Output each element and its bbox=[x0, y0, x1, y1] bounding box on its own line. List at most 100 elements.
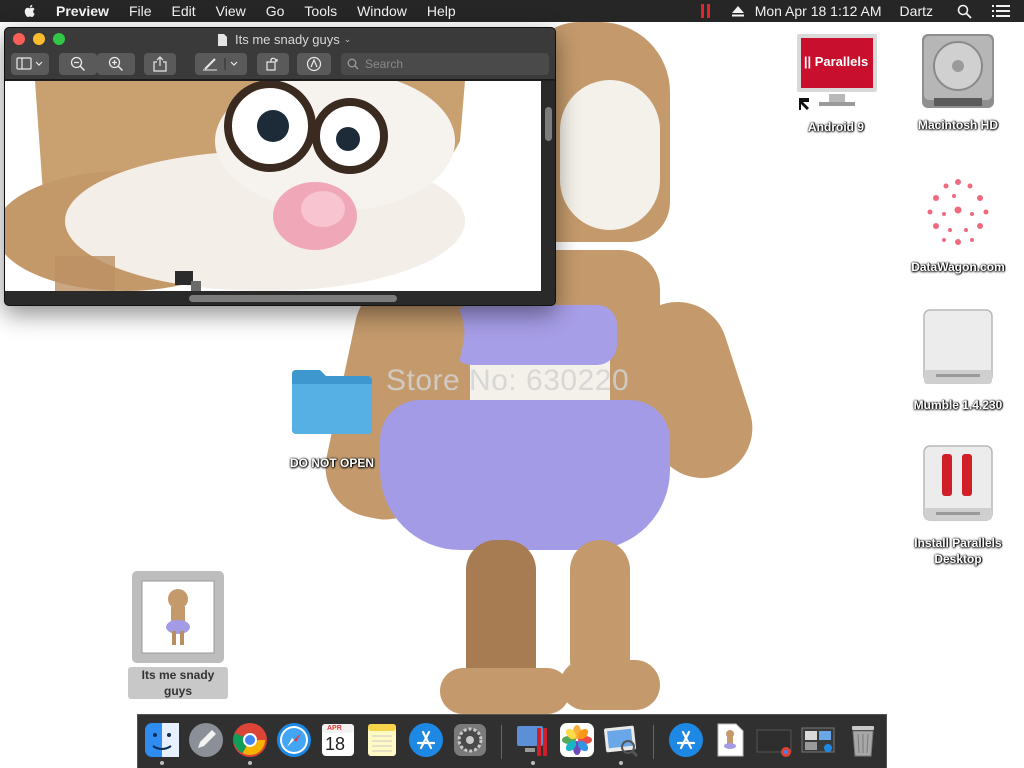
dock-item-mission-control[interactable] bbox=[799, 721, 837, 759]
zoom-out-button[interactable] bbox=[59, 53, 97, 75]
parallels-vm-icon bbox=[797, 34, 877, 110]
desktop-icon-its-me-snady-guys[interactable]: Its me snady guys bbox=[128, 571, 228, 700]
dock-item-preview[interactable] bbox=[602, 721, 640, 765]
preview-window[interactable]: Its me snady guys ⌄ bbox=[4, 27, 556, 306]
zoom-out-icon bbox=[70, 56, 86, 72]
dock-item-app-store[interactable] bbox=[407, 721, 445, 759]
dock-item-system-preferences[interactable] bbox=[451, 721, 489, 759]
desktop-icon-macintosh-hd[interactable]: Macintosh HD bbox=[908, 32, 1008, 133]
menu-tools[interactable]: Tools bbox=[304, 0, 337, 22]
vertical-scroll-thumb[interactable] bbox=[545, 107, 552, 141]
sidebar-button[interactable] bbox=[11, 53, 49, 75]
document-image-view[interactable] bbox=[5, 81, 543, 291]
gear-icon bbox=[454, 724, 486, 756]
dock-item-notes[interactable] bbox=[363, 721, 401, 759]
folder-icon bbox=[292, 370, 372, 434]
apple-icon[interactable] bbox=[22, 3, 38, 19]
chrome-icon bbox=[233, 723, 267, 757]
desktop-icon-mumble[interactable]: Mumble 1.4.230 bbox=[898, 308, 1018, 413]
menu-bar: Preview File Edit View Go Tools Window H… bbox=[0, 0, 1024, 22]
menu-bar-user[interactable]: Dartz bbox=[900, 3, 933, 19]
annotate-icon bbox=[306, 56, 322, 72]
zoom-in-icon bbox=[108, 56, 124, 72]
preview-icon bbox=[604, 725, 639, 758]
window-close-button[interactable] bbox=[13, 33, 25, 45]
markup-pen-icon bbox=[203, 58, 238, 71]
list-icon[interactable] bbox=[992, 4, 1010, 18]
dock-item-parallels[interactable] bbox=[514, 721, 552, 765]
menu-go[interactable]: Go bbox=[266, 0, 285, 22]
sidebar-icon bbox=[16, 57, 43, 70]
search-icon[interactable] bbox=[957, 4, 972, 19]
running-indicator bbox=[531, 761, 535, 765]
notes-icon bbox=[368, 724, 396, 756]
markup-button[interactable] bbox=[195, 53, 247, 75]
horizontal-scrollbar[interactable] bbox=[5, 291, 555, 305]
parallels-installer-icon bbox=[923, 445, 993, 521]
app-store-icon bbox=[409, 723, 443, 757]
dock-item-safari[interactable] bbox=[275, 721, 313, 759]
desktop-icon-datawagon[interactable]: DataWagon.com bbox=[900, 170, 1016, 275]
search-input[interactable] bbox=[365, 57, 535, 71]
parallels-desktop-icon bbox=[517, 726, 547, 756]
dock-item-launchpad[interactable] bbox=[187, 721, 225, 759]
dock-item-finder[interactable] bbox=[143, 721, 181, 765]
trash-icon bbox=[852, 726, 874, 757]
share-button[interactable] bbox=[144, 53, 176, 75]
dock-item-screenshot[interactable] bbox=[755, 721, 793, 759]
running-indicator bbox=[619, 761, 623, 765]
dock: APR 18 bbox=[137, 714, 887, 768]
desktop-icon-label: DO NOT OPEN bbox=[289, 456, 374, 470]
rotate-icon bbox=[266, 57, 278, 71]
desktop-icon-label: DataWagon.com bbox=[911, 260, 1005, 274]
vertical-scrollbar[interactable] bbox=[541, 81, 555, 291]
menu-window[interactable]: Window bbox=[357, 0, 407, 22]
window-stack-icon bbox=[801, 727, 835, 753]
window-zoom-button[interactable] bbox=[53, 33, 65, 45]
desktop-icon-android9[interactable]: || Parallels Android 9 bbox=[790, 34, 882, 135]
desktop-icon-label-wrap: Its me snady guys bbox=[128, 667, 228, 700]
wallpaper-right-foot bbox=[560, 660, 660, 710]
dock-item-trash[interactable] bbox=[844, 721, 882, 759]
window-toolbar bbox=[5, 50, 555, 80]
document-icon bbox=[218, 33, 227, 46]
menu-edit[interactable]: Edit bbox=[172, 0, 196, 22]
dock-item-applications[interactable] bbox=[667, 721, 705, 759]
window-titlebar[interactable]: Its me snady guys ⌄ bbox=[5, 28, 555, 50]
launchpad-icon bbox=[189, 723, 223, 757]
calendar-day: 18 bbox=[325, 734, 346, 754]
finder-icon bbox=[145, 723, 179, 757]
menu-view[interactable]: View bbox=[216, 0, 246, 22]
window-title[interactable]: Its me snady guys ⌄ bbox=[217, 32, 351, 47]
wallpaper-left-foot bbox=[440, 668, 570, 714]
thumbnail-image bbox=[141, 580, 215, 654]
dock-item-chrome[interactable] bbox=[231, 721, 269, 765]
eject-icon[interactable] bbox=[731, 5, 745, 17]
dock-item-photos[interactable] bbox=[558, 721, 596, 759]
image-document-icon bbox=[717, 723, 744, 757]
title-chevron-icon[interactable]: ⌄ bbox=[344, 34, 352, 45]
parallels-status-icon[interactable] bbox=[700, 3, 711, 19]
share-icon bbox=[153, 56, 167, 72]
running-indicator bbox=[160, 761, 164, 765]
search-field[interactable] bbox=[341, 53, 549, 75]
menu-preview[interactable]: Preview bbox=[56, 0, 109, 22]
dock-item-its-me-snady-guys[interactable] bbox=[711, 721, 749, 759]
desktop-icon-do-not-open[interactable]: DO NOT OPEN bbox=[280, 366, 384, 471]
screenshot-thumbnail-icon bbox=[756, 729, 792, 757]
menu-file[interactable]: File bbox=[129, 0, 152, 22]
menu-bar-clock[interactable]: Mon Apr 18 1:12 AM bbox=[755, 3, 882, 19]
desktop-icon-label: Android 9 bbox=[808, 120, 864, 134]
dock-item-calendar[interactable]: APR 18 bbox=[319, 721, 357, 759]
wallpaper-watermark: Store No: 630220 bbox=[386, 364, 630, 397]
parallels-badge-text: || Parallels bbox=[803, 54, 869, 69]
menu-help[interactable]: Help bbox=[427, 0, 456, 22]
annotate-button[interactable] bbox=[297, 53, 331, 75]
window-minimize-button[interactable] bbox=[33, 33, 45, 45]
desktop-icon-label: Install Parallels Desktop bbox=[914, 536, 1002, 566]
zoom-in-button[interactable] bbox=[97, 53, 135, 75]
desktop-icon-install-parallels[interactable]: Install Parallels Desktop bbox=[900, 444, 1016, 567]
horizontal-scroll-thumb[interactable] bbox=[189, 295, 397, 302]
wallpaper-bikini-top bbox=[452, 305, 617, 365]
rotate-button[interactable] bbox=[257, 53, 289, 75]
